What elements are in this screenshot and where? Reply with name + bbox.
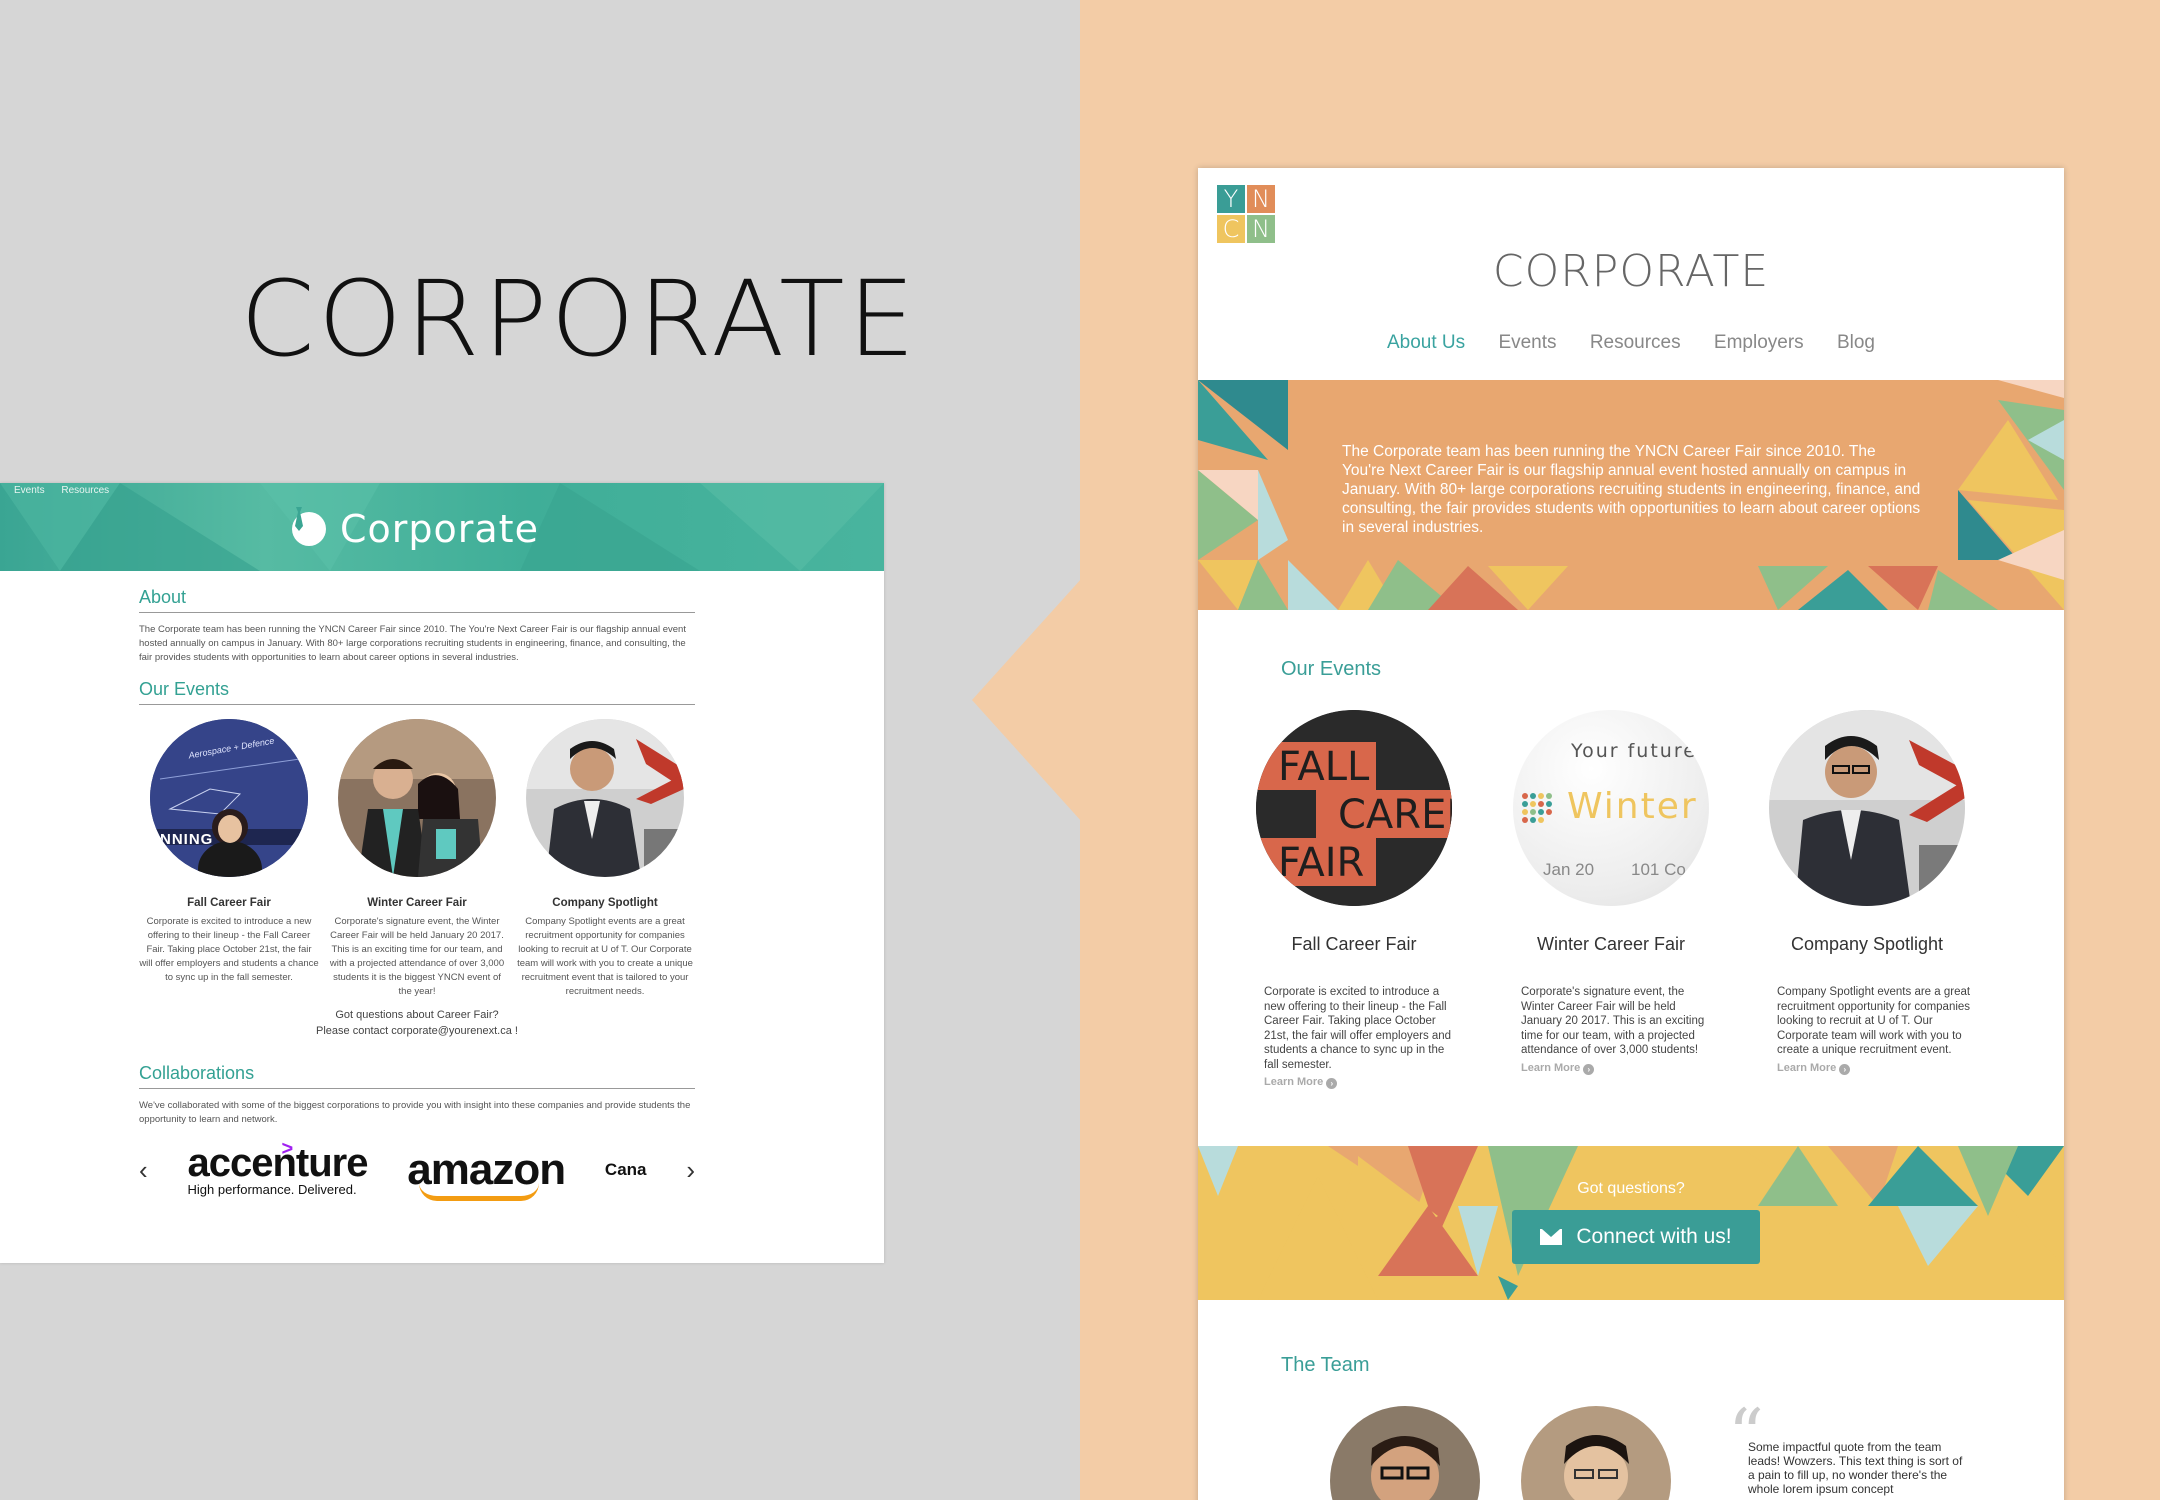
event-title: Company Spotlight xyxy=(1790,934,1944,954)
logo-n: N xyxy=(1247,185,1275,213)
event-desc: Company Spotlight events are a great rec… xyxy=(1777,986,1971,1056)
old-nav: Events Resources xyxy=(14,485,123,496)
learn-more-link[interactable]: Learn More › xyxy=(1521,1062,1711,1075)
winter-poster-top: Your future xyxy=(1571,740,1697,762)
fall-poster-image: FALL CAREER FAIR xyxy=(1256,710,1452,906)
old-events-heading: Our Events xyxy=(139,679,695,705)
old-nav-events[interactable]: Events xyxy=(14,485,45,496)
old-logo-carousel: ‹ > accenture High performance. Delivere… xyxy=(139,1138,695,1201)
old-event-photo-spotlight xyxy=(526,719,684,877)
old-about-heading: About xyxy=(139,587,695,613)
cta-question: Got questions? xyxy=(1577,1180,1685,1197)
old-nav-resources[interactable]: Resources xyxy=(61,485,109,496)
learn-more-link[interactable]: Learn More › xyxy=(1777,1062,1967,1075)
cta-banner: Got questions? Connect with us! xyxy=(1198,1146,2064,1300)
old-event-desc: Company Spotlight events are a great rec… xyxy=(517,916,693,997)
carousel-next-button[interactable]: › xyxy=(686,1155,695,1186)
nav-blog[interactable]: Blog xyxy=(1837,332,1875,353)
old-banner-title-text: Corporate xyxy=(340,507,539,551)
hero-text: The Corporate team has been running the … xyxy=(1342,443,1921,536)
dots-icon xyxy=(1522,793,1552,823)
accenture-logo: > accenture High performance. Delivered. xyxy=(187,1138,368,1197)
old-event-card[interactable]: Aerospace + Defence NNING Fall Career Fa… xyxy=(139,719,319,999)
old-about-text: The Corporate team has been running the … xyxy=(139,624,686,663)
chevron-right-icon: › xyxy=(1839,1063,1851,1075)
chevron-right-icon: › xyxy=(1583,1063,1595,1075)
new-page-title: CORPORATE xyxy=(1492,246,1770,297)
nav-employers[interactable]: Employers xyxy=(1714,332,1804,353)
event-card-spotlight[interactable]: Company Spotlight Company Spotlight even… xyxy=(1767,710,1970,1075)
main-nav: About Us Events Resources Employers Blog xyxy=(1198,332,2064,354)
logo-n2: N xyxy=(1247,215,1275,243)
team-member-photo xyxy=(1330,1406,1480,1500)
partial-logo: Cana xyxy=(604,1160,647,1179)
learn-more-label: Learn More xyxy=(1521,1061,1581,1074)
team-heading: The Team xyxy=(1281,1354,1370,1376)
fall-poster-word2: CAREER xyxy=(1338,792,1452,838)
envelope-icon xyxy=(1540,1229,1563,1245)
accenture-chevron-icon: > xyxy=(281,1138,293,1160)
team-member-photo xyxy=(1521,1406,1671,1500)
learn-more-link[interactable]: Learn More › xyxy=(1264,1076,1454,1089)
old-site-screenshot: Events Resources Corporate About The Cor… xyxy=(0,483,884,1263)
learn-more-label: Learn More xyxy=(1264,1076,1324,1088)
spotlight-photo xyxy=(1769,710,1965,906)
old-event-desc: Corporate is excited to introduce a new … xyxy=(139,916,319,983)
event-title: Winter Career Fair xyxy=(1536,934,1686,954)
arrow-notch xyxy=(972,578,1082,822)
old-banner: Events Resources Corporate xyxy=(0,483,884,571)
event-card-winter[interactable]: Your future Winter C Jan 20 101 Co Winte… xyxy=(1511,710,1711,1075)
accenture-logo-text: accenture xyxy=(187,1141,368,1185)
old-banner-title: Corporate xyxy=(292,507,539,551)
winter-poster-main: Winter C xyxy=(1567,786,1709,827)
page-title: CORPORATE xyxy=(240,258,919,380)
event-card-fall[interactable]: FALL CAREER FAIR Fall Career Fair Corpor… xyxy=(1254,710,1454,1089)
logo-c: C xyxy=(1217,215,1245,243)
connect-button-label: Connect with us! xyxy=(1576,1225,1732,1248)
amazon-logo: amazon xyxy=(407,1145,566,1201)
old-event-photo-winter xyxy=(338,719,496,877)
learn-more-label: Learn More xyxy=(1777,1061,1837,1074)
old-event-desc: Corporate's signature event, the Winter … xyxy=(329,916,505,997)
old-collab-text: We've collaborated with some of the bigg… xyxy=(139,1100,691,1125)
accenture-tagline: High performance. Delivered. xyxy=(187,1182,357,1197)
old-content: About The Corporate team has been runnin… xyxy=(139,587,695,1201)
chevron-right-icon: › xyxy=(1326,1078,1338,1089)
logo-y: Y xyxy=(1217,185,1245,213)
new-site-mockup: Y N C N CORPORATE About Us Events Resour… xyxy=(1198,168,2064,1500)
connect-button[interactable]: Connect with us! xyxy=(1512,1210,1760,1264)
amazon-smile-icon xyxy=(419,1183,540,1201)
old-event-title: Fall Career Fair xyxy=(187,897,271,909)
events-heading: Our Events xyxy=(1281,658,1382,680)
fall-poster-word1: FALL xyxy=(1278,744,1370,790)
hero-banner: The Corporate team has been running the … xyxy=(1198,380,2064,610)
old-question-line2[interactable]: Please contact corporate@yourenext.ca ! xyxy=(139,1023,695,1039)
winter-poster-room: 101 Co xyxy=(1631,860,1686,879)
nav-events[interactable]: Events xyxy=(1498,332,1556,353)
winter-poster-image: Your future Winter C Jan 20 101 Co xyxy=(1513,710,1709,906)
winter-poster-date: Jan 20 xyxy=(1543,860,1595,879)
carousel-prev-button[interactable]: ‹ xyxy=(139,1155,148,1186)
nav-about-us[interactable]: About Us xyxy=(1387,332,1465,353)
fall-poster-word3: FAIR xyxy=(1278,840,1365,886)
old-question-line1: Got questions about Career Fair? xyxy=(335,1009,499,1021)
old-photo-sign-2: NNING xyxy=(160,831,214,848)
old-event-card[interactable]: Winter Career Fair Corporate's signature… xyxy=(327,719,507,999)
yncn-logo[interactable]: Y N C N xyxy=(1217,185,1275,243)
old-event-title: Company Spotlight xyxy=(552,897,658,909)
old-event-card[interactable]: Company Spotlight Company Spotlight even… xyxy=(515,719,695,999)
event-desc: Corporate is excited to introduce a new … xyxy=(1264,986,1452,1071)
old-event-photo-fall: Aerospace + Defence NNING xyxy=(150,719,308,877)
nav-resources[interactable]: Resources xyxy=(1590,332,1681,353)
old-collab-heading: Collaborations xyxy=(139,1063,695,1089)
old-event-title: Winter Career Fair xyxy=(367,897,467,909)
old-question: Got questions about Career Fair? Please … xyxy=(139,1007,695,1039)
team-quote: Some impactful quote from the team leads… xyxy=(1748,1440,1963,1496)
event-desc: Corporate's signature event, the Winter … xyxy=(1521,986,1705,1056)
event-title: Fall Career Fair xyxy=(1291,934,1417,954)
tie-icon xyxy=(292,507,326,546)
old-events-row: Aerospace + Defence NNING Fall Career Fa… xyxy=(139,719,695,999)
